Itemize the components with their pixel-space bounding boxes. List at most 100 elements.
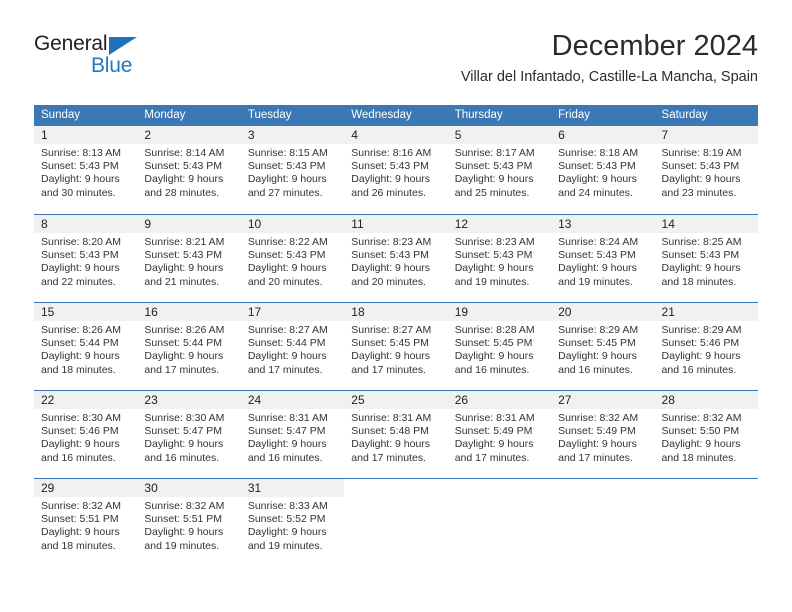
daylight-text-line1: Daylight: 9 hours bbox=[41, 262, 120, 275]
day-number-band: 17 bbox=[240, 303, 345, 321]
calendar-day-cell[interactable]: 30 Sunrise: 8:32 AM Sunset: 5:51 PM Dayligh… bbox=[137, 479, 241, 566]
calendar-day-cell[interactable]: 24 Sunrise: 8:31 AM Sunset: 5:47 PM Dayligh… bbox=[240, 391, 345, 478]
day-number-band bbox=[551, 479, 655, 497]
daylight-text-line1: Daylight: 9 hours bbox=[144, 438, 224, 451]
calendar-day-cell[interactable]: 17 Sunrise: 8:27 AM Sunset: 5:44 PM Dayligh… bbox=[240, 303, 345, 390]
day-number: 21 bbox=[661, 305, 675, 319]
weekday-header-sunday: Sunday bbox=[41, 109, 81, 121]
calendar-weeks: 1 Sunrise: 8:13 AM Sunset: 5:43 PM Daylight… bbox=[34, 126, 758, 566]
sunset-text: Sunset: 5:50 PM bbox=[661, 425, 740, 438]
calendar-day-cell[interactable]: 22 Sunrise: 8:30 AM Sunset: 5:46 PM Dayligh… bbox=[34, 391, 138, 478]
sunset-text: Sunset: 5:47 PM bbox=[144, 425, 223, 438]
calendar-day-cell-empty bbox=[447, 479, 552, 566]
calendar-day-cell[interactable]: 3 Sunrise: 8:15 AM Sunset: 5:43 PM Daylight… bbox=[240, 126, 345, 214]
day-info: Sunrise: 8:27 AM Sunset: 5:44 PM Daylight:… bbox=[241, 321, 344, 377]
logo-text-blue: Blue bbox=[91, 54, 133, 77]
calendar-day-cell[interactable]: 23 Sunrise: 8:30 AM Sunset: 5:47 PM Dayligh… bbox=[137, 391, 241, 478]
weekday-header-row: Sunday Monday Tuesday Wednesday Thursday… bbox=[34, 105, 758, 126]
sunset-text: Sunset: 5:43 PM bbox=[41, 160, 119, 173]
calendar-week-row: 8 Sunrise: 8:20 AM Sunset: 5:43 PM Daylight… bbox=[34, 214, 758, 302]
sunrise-text: Sunrise: 8:29 AM bbox=[661, 324, 742, 336]
day-number-band: 13 bbox=[551, 215, 655, 233]
daylight-text-line2: and 28 minutes. bbox=[144, 186, 220, 199]
daylight-text-line2: and 17 minutes. bbox=[351, 451, 426, 464]
calendar-day-cell[interactable]: 4 Sunrise: 8:16 AM Sunset: 5:43 PM Daylight… bbox=[344, 126, 448, 214]
daylight-text-line1: Daylight: 9 hours bbox=[558, 262, 637, 275]
daylight-text-line1: Daylight: 9 hours bbox=[144, 526, 224, 539]
daylight-text-line2: and 20 minutes. bbox=[351, 275, 426, 288]
day-number: 28 bbox=[661, 393, 675, 407]
day-number: 4 bbox=[351, 128, 358, 142]
sunset-text: Sunset: 5:43 PM bbox=[247, 249, 326, 262]
sunset-text: Sunset: 5:47 PM bbox=[247, 425, 326, 438]
calendar-day-cell[interactable]: 6 Sunrise: 8:18 AM Sunset: 5:43 PM Daylight… bbox=[551, 126, 655, 214]
calendar-day-cell[interactable]: 14 Sunrise: 8:25 AM Sunset: 5:43 PM Dayligh… bbox=[654, 215, 758, 302]
day-number-band: 29 bbox=[34, 479, 138, 497]
calendar-day-cell[interactable]: 12 Sunrise: 8:23 AM Sunset: 5:43 PM Dayligh… bbox=[447, 215, 552, 302]
day-number: 16 bbox=[144, 305, 158, 319]
day-number: 23 bbox=[144, 393, 158, 407]
sunset-text: Sunset: 5:49 PM bbox=[558, 425, 636, 438]
day-number-band: 20 bbox=[551, 303, 655, 321]
daylight-text-line2: and 26 minutes. bbox=[351, 186, 426, 199]
calendar-day-cell[interactable]: 29 Sunrise: 8:32 AM Sunset: 5:51 PM Dayligh… bbox=[34, 479, 138, 566]
calendar-day-cell[interactable]: 8 Sunrise: 8:20 AM Sunset: 5:43 PM Daylight… bbox=[34, 215, 138, 302]
day-info: Sunrise: 8:23 AM Sunset: 5:43 PM Daylight:… bbox=[344, 233, 447, 289]
calendar-day-cell[interactable]: 10 Sunrise: 8:22 AM Sunset: 5:43 PM Dayligh… bbox=[240, 215, 345, 302]
calendar-day-cell[interactable]: 19 Sunrise: 8:28 AM Sunset: 5:45 PM Dayligh… bbox=[447, 303, 552, 390]
day-info: Sunrise: 8:31 AM Sunset: 5:47 PM Daylight:… bbox=[241, 409, 344, 465]
calendar-day-cell[interactable]: 11 Sunrise: 8:23 AM Sunset: 5:43 PM Dayligh… bbox=[344, 215, 448, 302]
calendar-day-cell[interactable]: 18 Sunrise: 8:27 AM Sunset: 5:45 PM Dayligh… bbox=[344, 303, 448, 390]
calendar-day-cell[interactable]: 26 Sunrise: 8:31 AM Sunset: 5:49 PM Dayligh… bbox=[447, 391, 552, 478]
calendar-day-cell[interactable]: 7 Sunrise: 8:19 AM Sunset: 5:43 PM Daylight… bbox=[654, 126, 758, 214]
calendar-day-cell[interactable]: 20 Sunrise: 8:29 AM Sunset: 5:45 PM Dayligh… bbox=[551, 303, 655, 390]
daylight-text-line2: and 18 minutes. bbox=[661, 451, 737, 464]
calendar-day-cell[interactable]: 5 Sunrise: 8:17 AM Sunset: 5:43 PM Daylight… bbox=[447, 126, 552, 214]
sunset-text: Sunset: 5:45 PM bbox=[351, 337, 429, 350]
day-number: 2 bbox=[144, 128, 152, 142]
day-number: 8 bbox=[41, 217, 48, 231]
day-info: Sunrise: 8:32 AM Sunset: 5:51 PM Daylight:… bbox=[34, 497, 137, 553]
daylight-text-line1: Daylight: 9 hours bbox=[41, 350, 120, 363]
day-info: Sunrise: 8:16 AM Sunset: 5:43 PM Daylight:… bbox=[344, 144, 447, 200]
weekday-header-wednesday: Wednesday bbox=[351, 109, 412, 121]
day-number-band: 23 bbox=[137, 391, 241, 409]
daylight-text-line2: and 20 minutes. bbox=[247, 275, 323, 288]
calendar-day-cell[interactable]: 2 Sunrise: 8:14 AM Sunset: 5:43 PM Daylight… bbox=[137, 126, 241, 214]
day-number-band: 9 bbox=[137, 215, 241, 233]
day-number: 20 bbox=[558, 305, 572, 319]
calendar-day-cell[interactable]: 21 Sunrise: 8:29 AM Sunset: 5:46 PM Dayligh… bbox=[654, 303, 758, 390]
sunset-text: Sunset: 5:44 PM bbox=[247, 337, 326, 350]
day-number-band: 27 bbox=[551, 391, 655, 409]
sunrise-text: Sunrise: 8:30 AM bbox=[41, 412, 121, 424]
daylight-text-line1: Daylight: 9 hours bbox=[454, 262, 534, 275]
sunset-text: Sunset: 5:43 PM bbox=[558, 249, 636, 262]
calendar-day-cell[interactable]: 25 Sunrise: 8:31 AM Sunset: 5:48 PM Dayligh… bbox=[344, 391, 448, 478]
sunset-text: Sunset: 5:43 PM bbox=[454, 160, 533, 173]
sunset-text: Sunset: 5:44 PM bbox=[41, 337, 119, 350]
daylight-text-line2: and 16 minutes. bbox=[247, 451, 323, 464]
day-number-band: 15 bbox=[34, 303, 138, 321]
calendar-day-cell[interactable]: 13 Sunrise: 8:24 AM Sunset: 5:43 PM Dayligh… bbox=[551, 215, 655, 302]
generalblue-logo[interactable]: General Blue bbox=[34, 32, 234, 88]
sunrise-text: Sunrise: 8:21 AM bbox=[144, 236, 225, 248]
day-number: 10 bbox=[247, 217, 262, 231]
calendar-day-cell[interactable]: 9 Sunrise: 8:21 AM Sunset: 5:43 PM Daylight… bbox=[137, 215, 241, 302]
calendar-day-cell[interactable]: 16 Sunrise: 8:26 AM Sunset: 5:44 PM Dayligh… bbox=[137, 303, 241, 390]
day-number-band: 10 bbox=[240, 215, 345, 233]
calendar-day-cell[interactable]: 28 Sunrise: 8:32 AM Sunset: 5:50 PM Dayligh… bbox=[654, 391, 758, 478]
calendar-day-cell-empty bbox=[551, 479, 655, 566]
calendar-day-cell[interactable]: 1 Sunrise: 8:13 AM Sunset: 5:43 PM Daylight… bbox=[34, 126, 138, 214]
day-number: 13 bbox=[558, 217, 572, 231]
calendar-week-row: 22 Sunrise: 8:30 AM Sunset: 5:46 PM Dayligh… bbox=[34, 390, 758, 478]
day-number-band: 28 bbox=[654, 391, 758, 409]
calendar-day-cell[interactable]: 31 Sunrise: 8:33 AM Sunset: 5:52 PM Dayligh… bbox=[240, 479, 345, 566]
day-number-band: 11 bbox=[344, 215, 448, 233]
sunrise-text: Sunrise: 8:33 AM bbox=[247, 500, 328, 512]
calendar-day-cell[interactable]: 27 Sunrise: 8:32 AM Sunset: 5:49 PM Dayligh… bbox=[551, 391, 655, 478]
day-number: 22 bbox=[41, 393, 55, 407]
calendar-day-cell[interactable]: 15 Sunrise: 8:26 AM Sunset: 5:44 PM Dayligh… bbox=[34, 303, 138, 390]
calendar-page: General Blue December 2024 Villar del In… bbox=[0, 0, 792, 612]
day-number-band: 19 bbox=[447, 303, 552, 321]
day-number-band: 5 bbox=[447, 126, 552, 144]
